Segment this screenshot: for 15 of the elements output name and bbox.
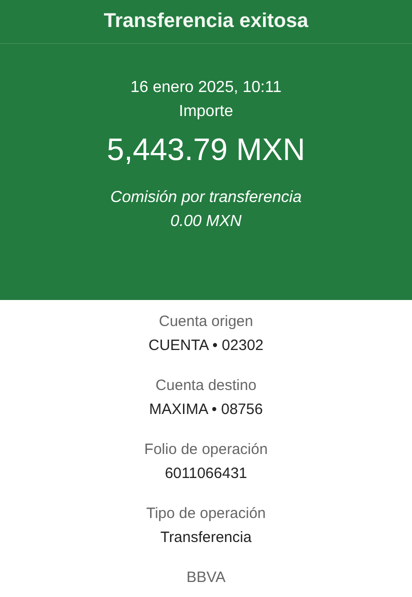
bank-name: BBVA [186, 568, 226, 588]
detail-value: Transferencia [160, 528, 252, 548]
fee-label: Comisión por transferencia [110, 188, 302, 208]
detail-value: CUENTA • 02302 [148, 336, 264, 356]
detail-label: Folio de operación [144, 440, 268, 460]
screen-title: Transferencia exitosa [104, 10, 308, 33]
detail-label: Tipo de operación [146, 504, 266, 524]
detail-value: 6011066431 [164, 464, 248, 484]
detail-value: MAXIMA • 08756 [149, 400, 263, 420]
transfer-amount: 5,443.79 MXN [106, 131, 306, 169]
detail-label: Cuenta origen [158, 312, 254, 332]
fee-amount: 0.00 MXN [170, 212, 242, 232]
transfer-datetime: 16 enero 2025, 10:11 [130, 78, 282, 98]
amount-label: Importe [178, 102, 234, 122]
detail-label: Cuenta destino [156, 376, 256, 396]
